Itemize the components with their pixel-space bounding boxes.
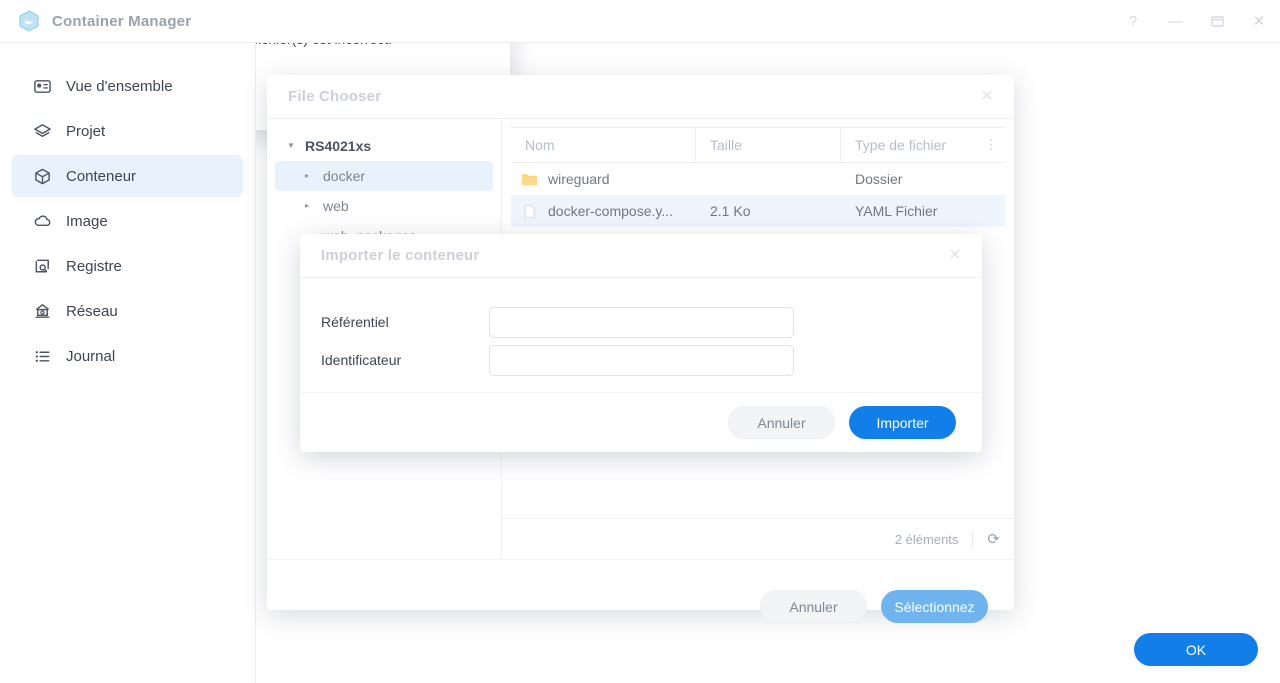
window-titlebar: Container Manager ? — ✕: [0, 0, 1280, 43]
network-icon: [32, 301, 52, 321]
sidebar: Vue d'ensemble Projet Conteneur Image Re…: [0, 43, 256, 683]
cancel-button[interactable]: Annuler: [760, 590, 867, 623]
repository-field-row: Référentiel: [321, 304, 982, 340]
tree-item-web[interactable]: ▸ web: [275, 191, 493, 221]
file-size-cell: 2.1 Ko: [710, 203, 751, 219]
list-icon: [32, 346, 52, 366]
file-type-cell: Dossier: [855, 171, 903, 187]
file-name-cell: docker-compose.y...: [511, 203, 696, 219]
sidebar-item-registre[interactable]: Registre: [12, 245, 243, 287]
minimize-button[interactable]: —: [1164, 11, 1186, 33]
file-list-statusbar: 2 éléments ⟳: [502, 518, 1014, 559]
column-header-taille[interactable]: Taille: [696, 127, 841, 163]
file-table-header: Nom Taille Type de fichier ⋮: [511, 127, 1005, 163]
table-row[interactable]: docker-compose.y... 2.1 Ko YAML Fichier: [511, 195, 1005, 227]
maximize-button[interactable]: [1206, 11, 1228, 33]
cloud-icon: [32, 211, 52, 231]
help-button[interactable]: ?: [1122, 11, 1144, 33]
sidebar-item-label: Réseau: [66, 302, 118, 320]
registry-search-icon: [32, 256, 52, 276]
column-header-type-de-fichier[interactable]: Type de fichier: [841, 127, 961, 163]
overview-icon: [32, 76, 52, 96]
import-dialog-title: Importer le conteneur: [321, 247, 480, 264]
import-container-dialog: Importer le conteneur ✕ Référentiel Iden…: [300, 234, 982, 452]
identifier-field-row: Identificateur: [321, 342, 982, 378]
close-icon[interactable]: ✕: [976, 86, 998, 108]
sidebar-item-image[interactable]: Image: [12, 200, 243, 242]
container-manager-icon: [16, 8, 42, 34]
table-row[interactable]: wireguard Dossier: [511, 163, 1005, 195]
file-name-cell: wireguard: [511, 171, 696, 187]
identifier-label: Identificateur: [321, 352, 402, 368]
tree-root-label: RS4021xs: [305, 138, 372, 154]
file-name-label: wireguard: [548, 171, 610, 187]
chevron-down-icon[interactable]: ▼: [287, 142, 297, 150]
tree-root-rs4021xs[interactable]: ▼ RS4021xs: [267, 131, 501, 161]
file-type-cell: YAML Fichier: [855, 203, 938, 219]
sidebar-item-reseau[interactable]: Réseau: [12, 290, 243, 332]
sidebar-item-label: Image: [66, 212, 108, 230]
chevron-right-icon[interactable]: ▸: [305, 202, 315, 210]
tree-item-docker[interactable]: ▸ docker: [275, 161, 493, 191]
app-window: Container Manager ? — ✕ Vue d'ensemble P…: [0, 0, 1280, 683]
sidebar-item-journal[interactable]: Journal: [12, 335, 243, 377]
divider: [972, 530, 974, 548]
sidebar-item-label: Conteneur: [66, 167, 137, 185]
identifier-input[interactable]: [489, 344, 794, 376]
file-icon: [521, 204, 538, 219]
file-chooser-title: File Chooser: [288, 88, 382, 105]
repository-label: Référentiel: [321, 314, 389, 330]
item-count-label: 2 éléments: [894, 531, 959, 547]
select-button[interactable]: Sélectionnez: [881, 590, 988, 623]
sidebar-item-conteneur[interactable]: Conteneur: [12, 155, 243, 197]
repository-input[interactable]: [489, 306, 794, 338]
sidebar-item-label: Registre: [66, 257, 122, 275]
file-chooser-header: File Chooser ✕: [267, 75, 1014, 119]
cancel-button[interactable]: Annuler: [728, 406, 835, 439]
close-button[interactable]: ✕: [1248, 11, 1270, 33]
sidebar-item-label: Vue d'ensemble: [66, 77, 173, 95]
file-chooser-actions: Annuler Sélectionnez: [267, 559, 1014, 653]
column-options-icon[interactable]: ⋮: [977, 137, 1005, 153]
layers-icon: [32, 121, 52, 141]
tree-item-label: web: [323, 198, 349, 214]
import-dialog-header: Importer le conteneur ✕: [300, 234, 982, 278]
sidebar-item-projet[interactable]: Projet: [12, 110, 243, 152]
file-table-rows: wireguard Dossier docker-compose.y... 2.…: [511, 163, 1005, 227]
import-dialog-body: Référentiel Identificateur: [300, 278, 982, 378]
folder-icon: [521, 172, 538, 187]
cube-icon: [32, 166, 52, 186]
refresh-icon[interactable]: ⟳: [987, 530, 1000, 548]
window-title: Container Manager: [52, 12, 192, 30]
sidebar-item-label: Journal: [66, 347, 116, 365]
window-controls: ? — ✕: [1122, 0, 1270, 43]
import-dialog-actions: Annuler Importer: [300, 392, 982, 452]
chevron-right-icon[interactable]: ▸: [305, 172, 315, 180]
alert-actions: OK: [1134, 633, 1258, 666]
close-icon[interactable]: ✕: [944, 245, 966, 267]
sidebar-item-label: Projet: [66, 122, 106, 140]
tree-item-label: docker: [323, 168, 366, 184]
import-button[interactable]: Importer: [849, 406, 956, 439]
ok-button[interactable]: OK: [1134, 633, 1258, 666]
column-header-nom[interactable]: Nom: [511, 127, 696, 163]
file-name-label: docker-compose.y...: [548, 203, 674, 219]
sidebar-item-vue-densemble[interactable]: Vue d'ensemble: [12, 65, 243, 107]
